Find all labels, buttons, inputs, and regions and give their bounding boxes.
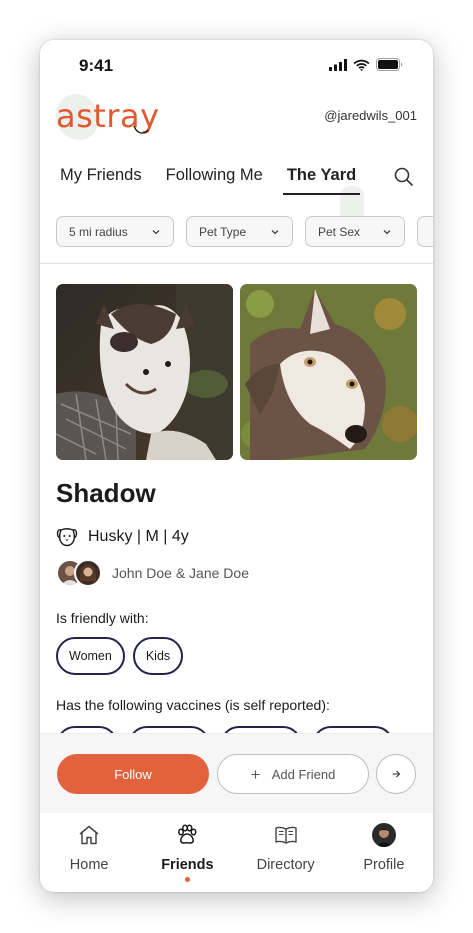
avatar xyxy=(371,823,396,847)
husky-photo-image xyxy=(240,284,417,460)
pet-photo-1[interactable] xyxy=(56,284,233,460)
follow-button[interactable]: Follow xyxy=(57,754,209,794)
profile-avatar-icon xyxy=(371,823,396,847)
plus-icon xyxy=(251,770,260,778)
nav-item-friends[interactable]: Friends xyxy=(138,813,236,892)
friendly-tag-women: Women xyxy=(56,637,125,675)
chevron-down-icon xyxy=(383,229,391,234)
tab-bar: My Friends Following Me The Yard xyxy=(60,166,361,195)
arrow-right-icon xyxy=(392,770,400,778)
add-friend-label: Add Friend xyxy=(271,766,336,782)
phone-screen: 9:41 astray @jaredwils_001 My Friends Fo… xyxy=(40,40,433,892)
paw-icon xyxy=(175,823,199,847)
owner-avatars xyxy=(56,559,102,587)
filter-radius-label: 5 mi radius xyxy=(69,224,128,239)
husky-photo-image xyxy=(56,284,233,460)
filter-pet-sex[interactable]: Pet Sex xyxy=(305,216,405,247)
header-divider xyxy=(40,263,433,264)
status-icons xyxy=(329,58,403,71)
app-logo[interactable]: astray xyxy=(56,94,166,140)
home-icon xyxy=(77,823,101,847)
battery-icon xyxy=(376,58,403,71)
friendly-tag-kids: Kids xyxy=(132,637,184,675)
wifi-icon xyxy=(353,59,370,71)
owner-names: John Doe & Jane Doe xyxy=(112,565,249,581)
username[interactable]: @jaredwils_001 xyxy=(324,108,417,123)
chevron-down-icon xyxy=(271,229,279,234)
breed-row: Husky | M | 4y xyxy=(56,526,189,548)
signal-icon xyxy=(329,58,347,71)
vaccines-label: Has the following vaccines (is self repo… xyxy=(56,697,330,713)
add-friend-button[interactable]: Add Friend xyxy=(217,754,369,794)
filter-pet-sex-label: Pet Sex xyxy=(318,224,361,239)
nav-item-home[interactable]: Home xyxy=(40,813,138,892)
pet-photo-2[interactable] xyxy=(240,284,417,460)
nav-item-directory[interactable]: Directory xyxy=(237,813,335,892)
nav-item-profile[interactable]: Profile xyxy=(335,813,433,892)
search-button[interactable] xyxy=(393,166,415,188)
tab-following-me[interactable]: Following Me xyxy=(166,166,263,195)
friendly-label: Is friendly with: xyxy=(56,610,149,626)
more-button[interactable] xyxy=(376,754,416,794)
tab-my-friends[interactable]: My Friends xyxy=(60,166,142,195)
filter-pet-type[interactable]: Pet Type xyxy=(186,216,293,247)
avatar xyxy=(74,559,102,587)
breed-info: Husky | M | 4y xyxy=(88,528,189,545)
status-time: 9:41 xyxy=(79,56,114,75)
active-indicator xyxy=(184,877,190,882)
action-bar: Follow Add Friend xyxy=(40,733,433,813)
filter-pet-type-label: Pet Type xyxy=(199,224,247,239)
filter-bar: 5 mi radius Pet Type Pet Sex xyxy=(56,216,433,247)
nav-label-friends: Friends xyxy=(161,857,214,873)
owners-row[interactable]: John Doe & Jane Doe xyxy=(56,559,249,587)
search-icon xyxy=(394,167,413,186)
nav-label-home: Home xyxy=(69,857,109,873)
filter-radius[interactable]: 5 mi radius xyxy=(56,216,174,247)
friendly-with-list: Women Kids xyxy=(56,637,184,675)
book-icon xyxy=(274,823,298,847)
tab-the-yard[interactable]: The Yard xyxy=(282,166,361,195)
pet-name: Shadow xyxy=(56,478,156,508)
dog-face-icon xyxy=(56,528,78,547)
bottom-nav: Home Friends Directory Profile xyxy=(40,813,433,892)
filter-more[interactable] xyxy=(417,216,433,247)
nav-label-profile: Profile xyxy=(363,857,405,873)
logo-leash-icon xyxy=(133,125,149,134)
chevron-down-icon xyxy=(152,229,160,234)
nav-label-directory: Directory xyxy=(256,857,315,873)
